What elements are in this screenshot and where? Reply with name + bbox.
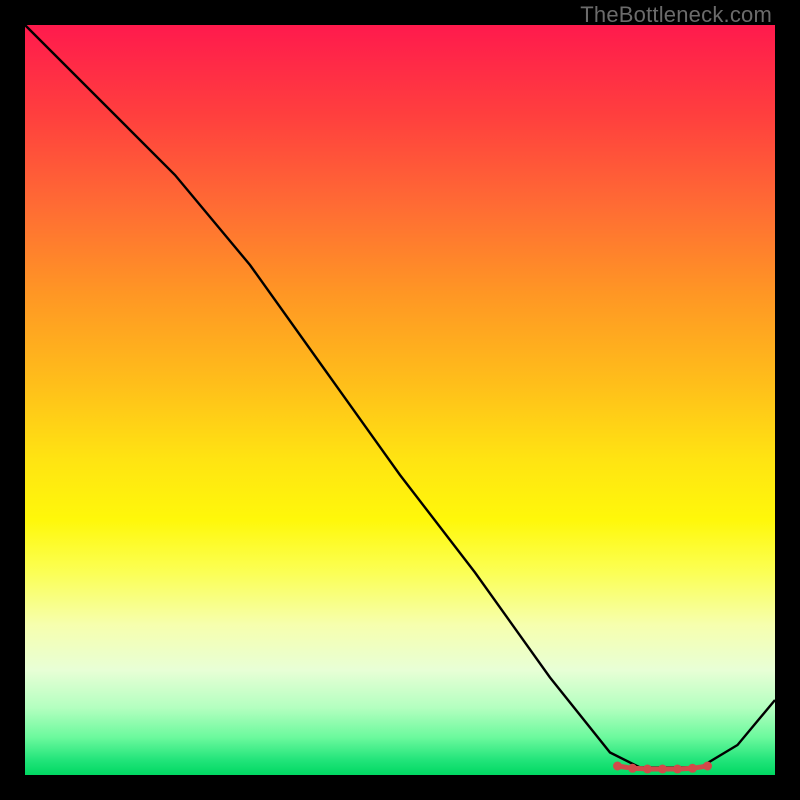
highlight-dot <box>658 765 667 774</box>
highlight-dot <box>628 764 637 773</box>
highlight-dot <box>688 764 697 773</box>
highlight-dot <box>703 762 712 771</box>
plot-area <box>25 25 775 775</box>
chart-overlay <box>25 25 775 775</box>
series-curve <box>25 25 775 768</box>
highlight-dot <box>643 765 652 774</box>
highlight-markers <box>613 762 712 774</box>
chart-stage: TheBottleneck.com <box>0 0 800 800</box>
highlight-dot <box>673 765 682 774</box>
highlight-dot <box>613 762 622 771</box>
